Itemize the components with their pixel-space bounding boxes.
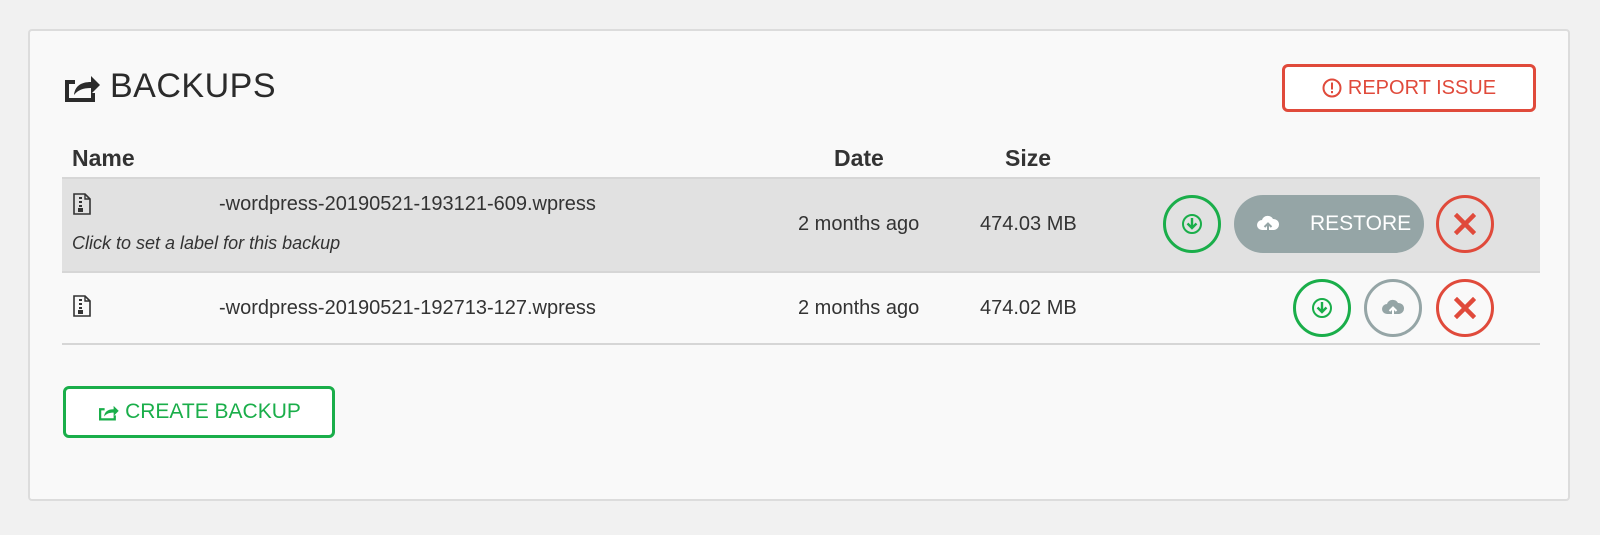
backup-filename: -wordpress-20190521-192713-127.wpress bbox=[219, 297, 596, 319]
download-circle-icon bbox=[1182, 214, 1202, 234]
backup-size: 474.03 MB bbox=[980, 213, 1077, 235]
close-x-icon bbox=[1454, 213, 1476, 235]
table-row[interactable]: -wordpress-20190521-192713-127.wpress 2 … bbox=[62, 271, 1540, 345]
archive-file-icon bbox=[73, 193, 91, 215]
delete-button[interactable] bbox=[1436, 195, 1494, 253]
archive-file-icon bbox=[73, 295, 91, 317]
close-x-icon bbox=[1454, 297, 1476, 319]
column-name: Name bbox=[72, 145, 135, 171]
backup-date: 2 months ago bbox=[798, 213, 920, 235]
cloud-upload-icon bbox=[1257, 215, 1280, 232]
cloud-upload-icon bbox=[1382, 299, 1405, 316]
share-export-icon bbox=[65, 75, 100, 102]
create-backup-button[interactable]: CREATE BACKUP bbox=[63, 386, 335, 438]
create-backup-label: CREATE BACKUP bbox=[125, 400, 301, 423]
table-header: Name Date Size bbox=[62, 143, 1540, 177]
table-row[interactable]: -wordpress-20190521-193121-609.wpress Cl… bbox=[62, 177, 1540, 271]
restore-button[interactable] bbox=[1364, 279, 1422, 337]
download-button[interactable] bbox=[1163, 195, 1221, 253]
delete-button[interactable] bbox=[1436, 279, 1494, 337]
report-issue-label: REPORT ISSUE bbox=[1347, 76, 1497, 99]
set-label-link[interactable]: Click to set a label for this backup bbox=[72, 233, 340, 254]
share-export-icon bbox=[99, 405, 119, 421]
exclamation-circle-icon bbox=[1322, 78, 1342, 98]
report-issue-button[interactable]: REPORT ISSUE bbox=[1282, 64, 1536, 112]
backup-filename: -wordpress-20190521-193121-609.wpress bbox=[219, 193, 596, 215]
page-title-text: BACKUPS bbox=[110, 67, 276, 105]
download-circle-icon bbox=[1312, 298, 1332, 318]
column-date: Date bbox=[834, 145, 884, 171]
backup-date: 2 months ago bbox=[798, 297, 920, 319]
download-button[interactable] bbox=[1293, 279, 1351, 337]
restore-button[interactable]: RESTORE bbox=[1234, 195, 1424, 253]
restore-label: RESTORE bbox=[1310, 212, 1412, 235]
column-size: Size bbox=[1005, 145, 1052, 171]
page-title: BACKUPS bbox=[62, 67, 276, 106]
backup-size: 474.02 MB bbox=[980, 297, 1077, 319]
backups-panel: BACKUPS REPORT ISSUE Name Date Size -wor… bbox=[28, 29, 1570, 501]
